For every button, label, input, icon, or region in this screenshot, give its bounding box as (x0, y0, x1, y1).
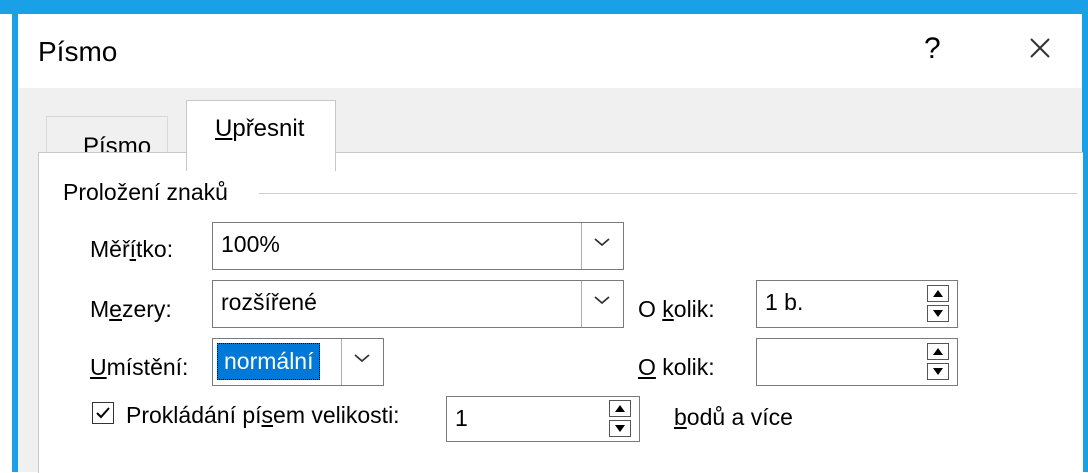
position-label: Umístění: (90, 354, 189, 380)
spacing-by-spinner (927, 285, 951, 325)
scale-value: 100% (221, 231, 280, 257)
tab-advanced-label: Upřesnit (215, 115, 305, 142)
dialog-title: Písmo (38, 36, 118, 67)
spacing-by-input[interactable]: 1 b. (756, 280, 958, 328)
spacing-by-label: O kolik: (638, 296, 715, 322)
spin-up-button[interactable] (609, 400, 631, 417)
spacing-dropdown-button[interactable] (581, 281, 623, 327)
triangle-down-icon (933, 368, 943, 375)
spacing-by-value: 1 b. (765, 289, 804, 315)
kerning-checkbox[interactable] (92, 402, 114, 424)
close-button[interactable] (1022, 30, 1058, 66)
help-button[interactable]: ? (924, 32, 941, 66)
scale-dropdown[interactable]: 100% (212, 222, 624, 270)
spacing-dropdown[interactable]: rozšířené (212, 280, 624, 328)
chevron-down-icon (594, 238, 610, 247)
position-by-input[interactable] (756, 338, 958, 386)
section-divider (259, 193, 1077, 194)
scale-dropdown-button[interactable] (581, 223, 623, 269)
spin-up-button[interactable] (927, 285, 949, 302)
position-dropdown-button[interactable] (341, 339, 383, 385)
triangle-up-icon (615, 405, 625, 412)
triangle-down-icon (933, 310, 943, 317)
kerning-size-value: 1 (455, 405, 468, 431)
position-by-label: O kolik: (638, 354, 715, 380)
close-icon (1030, 38, 1050, 58)
window-frame-top (0, 0, 1088, 14)
checkmark-icon (96, 407, 110, 419)
tab-advanced[interactable]: Upřesnit (186, 100, 336, 171)
section-title: Proložení znaků (63, 179, 238, 206)
spin-up-button[interactable] (927, 343, 949, 360)
spacing-value: rozšířené (221, 289, 317, 315)
scale-label: Měřítko: (90, 236, 174, 262)
chevron-down-icon (354, 354, 370, 363)
chevron-down-icon (594, 296, 610, 305)
spin-down-button[interactable] (609, 420, 631, 437)
spacing-label: Mezery: (90, 296, 172, 322)
dialog-titlebar: Písmo ? (18, 14, 1082, 88)
triangle-up-icon (933, 348, 943, 355)
kerning-label: Prokládání písem velikosti: (126, 402, 400, 428)
position-value: normální (217, 343, 321, 380)
triangle-up-icon (933, 290, 943, 297)
position-by-spinner (927, 343, 951, 383)
spin-down-button[interactable] (927, 305, 949, 322)
kerning-size-spinner (609, 400, 633, 440)
spin-down-button[interactable] (927, 363, 949, 380)
position-dropdown[interactable]: normální (212, 338, 384, 386)
kerning-suffix-label: bodů a více (674, 404, 793, 430)
triangle-down-icon (615, 425, 625, 432)
kerning-size-input[interactable]: 1 (446, 396, 640, 442)
